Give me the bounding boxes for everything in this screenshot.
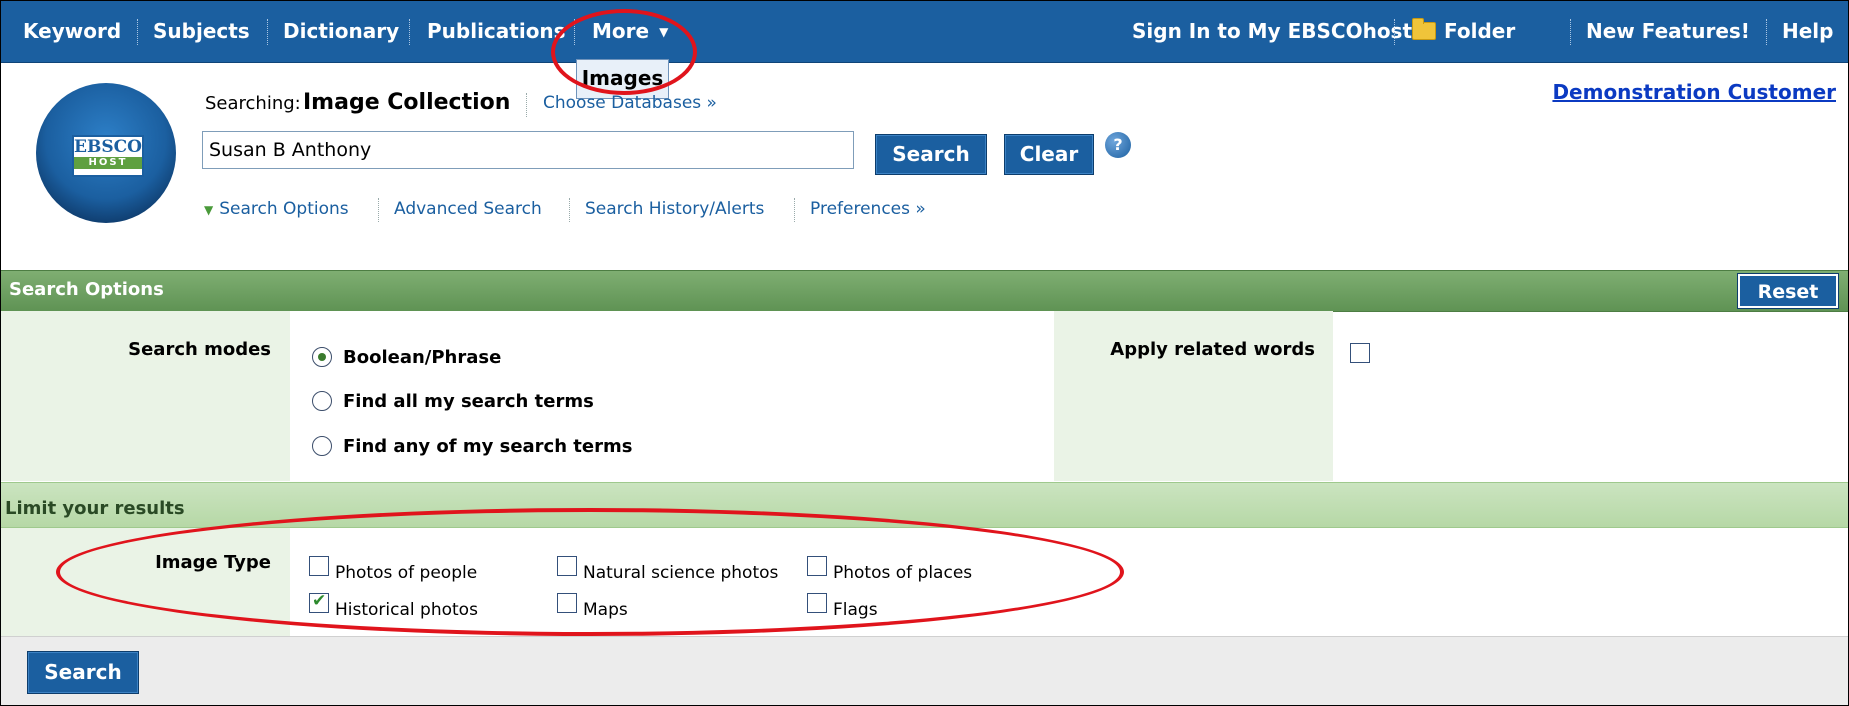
preferences-link[interactable]: Preferences » bbox=[810, 199, 926, 219]
link-separator bbox=[569, 198, 570, 222]
ebscohost-search-page: Keyword Subjects Dictionary Publications… bbox=[0, 0, 1849, 706]
nav-subjects[interactable]: Subjects bbox=[153, 1, 250, 62]
annotation-circle-more bbox=[551, 9, 697, 95]
search-options-title: Search Options bbox=[9, 279, 164, 300]
header-separator bbox=[526, 93, 527, 117]
mode-find-all-label: Find all my search terms bbox=[343, 391, 594, 412]
customer-name-link[interactable]: Demonstration Customer bbox=[1552, 80, 1836, 104]
radio-find-any-terms[interactable] bbox=[312, 436, 332, 456]
search-modes-label: Search modes bbox=[128, 339, 271, 360]
search-modes-label-cell bbox=[1, 311, 290, 481]
triangle-down-icon: ▼ bbox=[204, 203, 214, 217]
search-history-link[interactable]: Search History/Alerts bbox=[585, 199, 764, 219]
searching-label: Searching: bbox=[205, 93, 301, 114]
database-name: Image Collection bbox=[303, 90, 511, 115]
nav-folder-label: Folder bbox=[1444, 19, 1516, 43]
radio-find-all-terms[interactable] bbox=[312, 391, 332, 411]
link-separator bbox=[794, 198, 795, 222]
nav-folder[interactable]: Folder bbox=[1412, 1, 1515, 62]
related-words-checkbox[interactable] bbox=[1350, 343, 1370, 363]
nav-dictionary[interactable]: Dictionary bbox=[283, 1, 399, 62]
nav-separator bbox=[1766, 19, 1767, 45]
help-icon[interactable]: ? bbox=[1105, 132, 1131, 158]
ebscohost-logo[interactable]: EBSCO HOST bbox=[36, 83, 176, 223]
clear-button[interactable]: Clear bbox=[1004, 134, 1094, 175]
annotation-circle-image-type bbox=[56, 508, 1124, 636]
nav-sign-in[interactable]: Sign In to My EBSCOhost bbox=[1132, 1, 1412, 62]
logo-badge: EBSCO HOST bbox=[72, 135, 144, 177]
search-options-bar: Search Options bbox=[1, 270, 1848, 312]
link-separator bbox=[378, 198, 379, 222]
search-options-link-label: Search Options bbox=[219, 199, 349, 219]
mode-find-any-label: Find any of my search terms bbox=[343, 436, 633, 457]
nav-separator bbox=[1570, 19, 1571, 45]
nav-help[interactable]: Help bbox=[1782, 1, 1833, 62]
advanced-search-link[interactable]: Advanced Search bbox=[394, 199, 542, 219]
mode-boolean-phrase-label: Boolean/Phrase bbox=[343, 347, 502, 368]
limit-results-title: Limit your results bbox=[5, 498, 185, 519]
radio-boolean-phrase[interactable] bbox=[312, 347, 332, 367]
related-words-label: Apply related words bbox=[1110, 339, 1315, 360]
logo-text: EBSCO bbox=[74, 137, 142, 157]
nav-keyword[interactable]: Keyword bbox=[23, 1, 121, 62]
top-navigation-bar: Keyword Subjects Dictionary Publications… bbox=[1, 1, 1848, 63]
related-words-label-cell bbox=[1054, 311, 1333, 481]
reset-button[interactable]: Reset bbox=[1737, 273, 1839, 309]
search-options-link[interactable]: ▼ Search Options bbox=[204, 199, 349, 219]
nav-separator bbox=[409, 19, 410, 45]
nav-separator bbox=[267, 19, 268, 45]
nav-publications[interactable]: Publications bbox=[427, 1, 566, 62]
nav-separator bbox=[1394, 19, 1395, 45]
nav-separator bbox=[137, 19, 138, 45]
nav-new-features[interactable]: New Features! bbox=[1586, 1, 1750, 62]
bottom-action-bar bbox=[1, 636, 1848, 705]
bottom-search-button[interactable]: Search bbox=[27, 651, 139, 694]
choose-databases-link[interactable]: Choose Databases » bbox=[543, 93, 717, 113]
folder-icon bbox=[1412, 18, 1436, 40]
search-button[interactable]: Search bbox=[875, 134, 987, 175]
search-input[interactable] bbox=[202, 131, 854, 169]
logo-subtext: HOST bbox=[74, 157, 142, 169]
